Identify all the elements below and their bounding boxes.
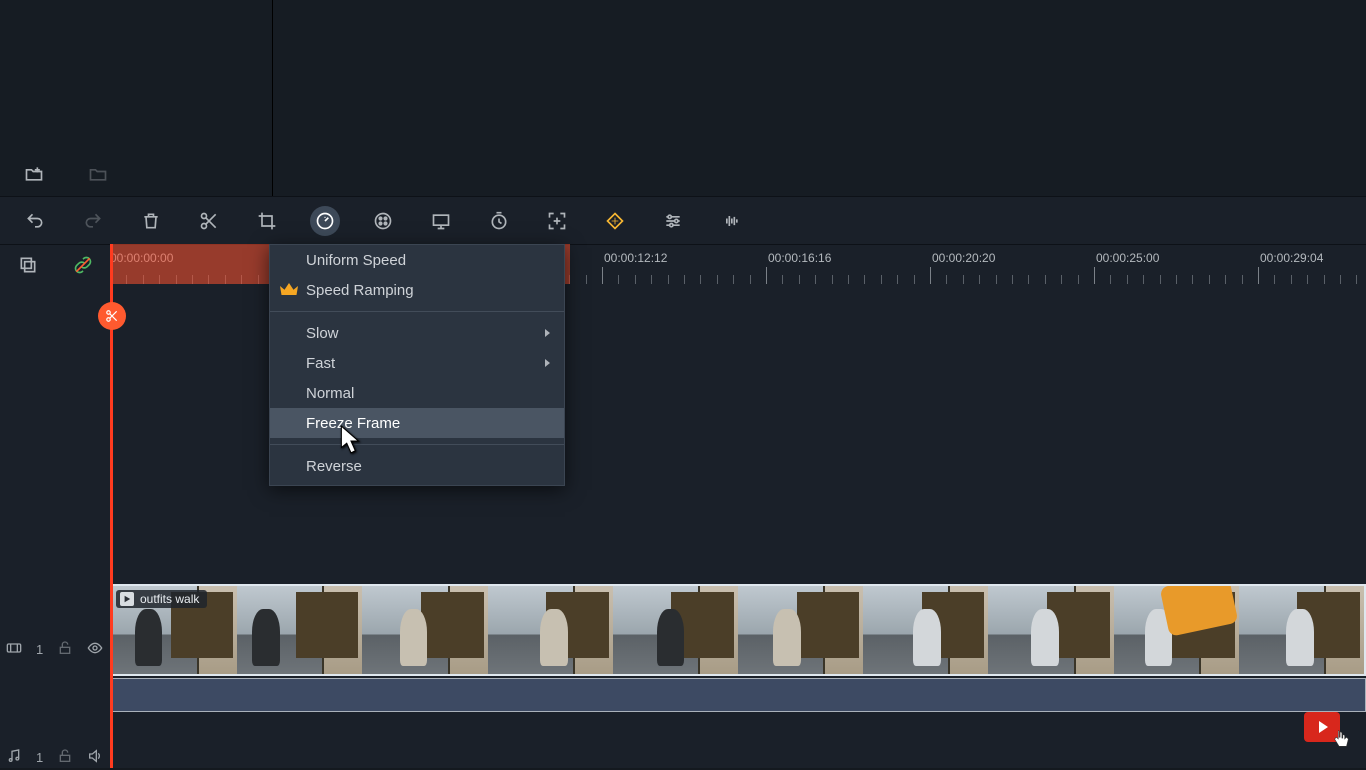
submenu-arrow-icon <box>545 329 550 337</box>
panel-divider <box>272 0 273 196</box>
ruler-timestamp: 00:00:25:00 <box>1096 251 1159 265</box>
detect-button[interactable] <box>542 206 572 236</box>
timeline-toolbar <box>0 196 1366 244</box>
menu-item-uniform-speed[interactable]: Uniform Speed <box>270 245 564 275</box>
clip-thumbnail <box>488 586 613 674</box>
adjust-button[interactable] <box>658 206 688 236</box>
clip-thumbnail <box>1114 586 1239 674</box>
ruler-timestamp: 00:00:20:20 <box>932 251 995 265</box>
menu-item-freeze-frame[interactable]: Freeze Frame <box>270 408 564 438</box>
mute-icon[interactable] <box>87 748 103 767</box>
clip-thumbnail <box>988 586 1113 674</box>
secondary-track-clip[interactable] <box>110 678 1366 712</box>
menu-label: Normal <box>306 385 354 402</box>
clip-play-icon <box>120 592 134 606</box>
submenu-arrow-icon <box>545 359 550 367</box>
clip-thumbnail <box>362 586 487 674</box>
video-track-header: 1 <box>6 636 106 662</box>
ruler-timestamp: 00:00:00:00 <box>110 251 173 265</box>
menu-item-fast[interactable]: Fast <box>270 348 564 378</box>
menu-label: Speed Ramping <box>306 282 414 299</box>
visibility-icon[interactable] <box>87 640 103 659</box>
pointer-hand-icon <box>1330 728 1352 750</box>
keyframe-button[interactable] <box>600 206 630 236</box>
video-clip[interactable]: outfits walk <box>110 584 1366 676</box>
menu-label: Reverse <box>306 458 362 475</box>
clip-thumbnail <box>863 586 988 674</box>
menu-divider <box>270 444 564 445</box>
clip-label: outfits walk <box>116 590 207 608</box>
menu-label: Slow <box>306 325 339 342</box>
clip-thumbnail <box>613 586 738 674</box>
redo-button[interactable] <box>78 206 108 236</box>
premium-crown-icon <box>280 283 298 297</box>
preview-area <box>0 0 1366 196</box>
speed-button[interactable] <box>310 206 340 236</box>
clip-thumbnail <box>738 586 863 674</box>
audio-track-header: 1 <box>6 744 106 770</box>
green-screen-button[interactable] <box>426 206 456 236</box>
color-button[interactable] <box>368 206 398 236</box>
lock-icon[interactable] <box>57 640 73 659</box>
crop-button[interactable] <box>252 206 282 236</box>
folder-icon[interactable] <box>86 162 110 186</box>
menu-item-reverse[interactable]: Reverse <box>270 451 564 481</box>
duplicate-icon[interactable] <box>16 253 40 277</box>
menu-label: Uniform Speed <box>306 252 406 269</box>
track-index: 1 <box>36 750 43 765</box>
playhead-handle[interactable] <box>98 302 126 330</box>
video-track-icon[interactable] <box>6 640 22 659</box>
lock-icon[interactable] <box>57 748 73 767</box>
delete-button[interactable] <box>136 206 166 236</box>
audio-track-icon[interactable] <box>6 748 22 767</box>
new-folder-plus-icon[interactable] <box>22 162 46 186</box>
menu-item-normal[interactable]: Normal <box>270 378 564 408</box>
clip-thumbnail <box>1239 586 1364 674</box>
undo-button[interactable] <box>20 206 50 236</box>
audio-waveform-button[interactable] <box>716 206 746 236</box>
ruler-timestamp: 00:00:16:16 <box>768 251 831 265</box>
split-button[interactable] <box>194 206 224 236</box>
track-index: 1 <box>36 642 43 657</box>
menu-label: Fast <box>306 355 335 372</box>
timeline-ruler[interactable]: 00:00:00:00 00:00:12:12 00:00:16:16 00:00:2… <box>0 244 1366 284</box>
speed-menu: Uniform Speed Speed Ramping Slow Fast No… <box>269 244 565 486</box>
clip-thumbnail <box>237 586 362 674</box>
menu-item-speed-ramping[interactable]: Speed Ramping <box>270 275 564 305</box>
menu-label: Freeze Frame <box>306 415 400 432</box>
menu-item-slow[interactable]: Slow <box>270 318 564 348</box>
clip-name: outfits walk <box>140 592 199 606</box>
ruler-timestamp: 00:00:29:04 <box>1260 251 1323 265</box>
ruler-timestamp: 00:00:12:12 <box>604 251 667 265</box>
duration-button[interactable] <box>484 206 514 236</box>
link-icon[interactable] <box>71 253 95 277</box>
menu-divider <box>270 311 564 312</box>
